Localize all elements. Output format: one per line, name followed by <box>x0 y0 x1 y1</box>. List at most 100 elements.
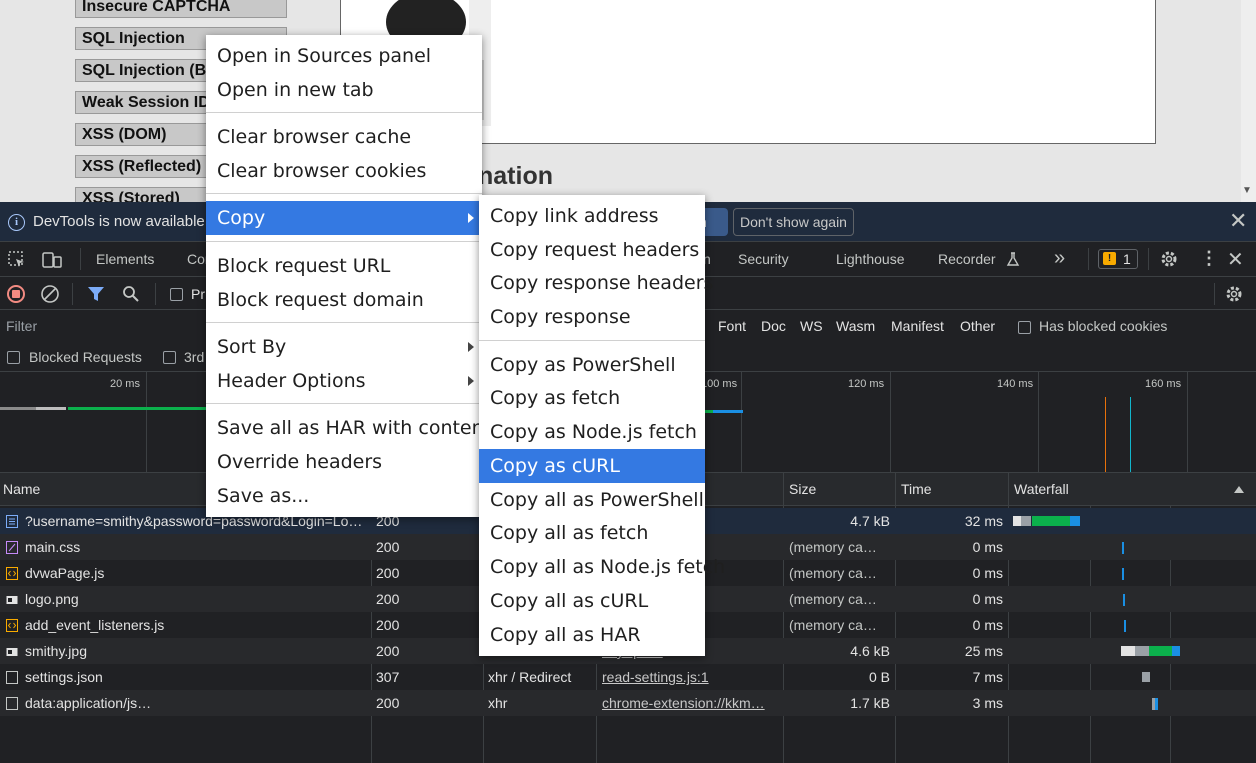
waterfall-bar <box>1122 568 1124 580</box>
request-size: (memory ca… <box>789 539 877 555</box>
third-party-label: 3rd <box>184 349 205 365</box>
tab-elements[interactable]: Elements <box>96 251 154 267</box>
filter-type-other[interactable]: Other <box>960 318 995 334</box>
menu-block-request-domain[interactable]: Block request domain <box>206 283 482 317</box>
menu-sort-by[interactable]: Sort By <box>206 330 482 364</box>
menu-copy-all-as-fetch[interactable]: Copy all as fetch <box>479 516 705 550</box>
menu-override-headers[interactable]: Override headers <box>206 445 482 479</box>
filter-type-font[interactable]: Font <box>718 318 746 334</box>
request-time: 0 ms <box>972 591 1003 607</box>
menu-copy-all-as-curl[interactable]: Copy all as cURL <box>479 584 705 618</box>
waterfall-bar <box>1070 516 1080 526</box>
menu-copy-as-curl[interactable]: Copy as cURL <box>479 449 705 483</box>
web-page: Insecure CAPTCHA SQL Injection SQL Injec… <box>0 0 1256 202</box>
third-party-checkbox[interactable] <box>163 351 176 364</box>
request-status: 200 <box>376 565 400 581</box>
has-blocked-cookies-label: Has blocked cookies <box>1039 318 1168 334</box>
menu-copy-as-powershell[interactable]: Copy as PowerShell <box>479 348 705 382</box>
menu-block-request-url[interactable]: Block request URL <box>206 249 482 283</box>
menu-clear-browser-cookies[interactable]: Clear browser cookies <box>206 154 482 188</box>
request-status: 200 <box>376 643 400 659</box>
waterfall-bar <box>1155 698 1158 710</box>
filter-type-doc[interactable]: Doc <box>761 318 786 334</box>
timeline-tick: 20 ms <box>110 378 140 390</box>
scroll-down-icon[interactable]: ▼ <box>1242 185 1252 196</box>
dont-show-again-button[interactable]: Don't show again <box>733 208 854 236</box>
waterfall-bar <box>1123 594 1125 606</box>
sort-ascending-icon[interactable] <box>1234 486 1244 493</box>
tab-security[interactable]: Security <box>738 251 789 267</box>
tab-recorder[interactable]: Recorder <box>938 251 996 267</box>
request-name: settings.json <box>25 669 103 685</box>
menu-copy-all-as-powershell[interactable]: Copy all as PowerShell <box>479 483 705 517</box>
blocked-requests-label: Blocked Requests <box>29 349 142 365</box>
preserve-log-checkbox[interactable] <box>170 288 183 301</box>
kebab-menu-icon[interactable]: ⋮ <box>1200 248 1218 269</box>
tab-lighthouse[interactable]: Lighthouse <box>836 251 905 267</box>
table-row[interactable]: settings.json 307 xhr / Redirect read-setti… <box>0 664 1256 690</box>
has-blocked-cookies-checkbox[interactable] <box>1018 321 1031 334</box>
close-infobar-icon[interactable]: ✕ <box>1229 210 1247 232</box>
menu-copy[interactable]: Copy <box>206 201 482 235</box>
load-event-line <box>1130 397 1131 472</box>
menu-header-options[interactable]: Header Options <box>206 364 482 398</box>
request-size: (memory ca… <box>789 591 877 607</box>
menu-copy-as-fetch[interactable]: Copy as fetch <box>479 381 705 415</box>
request-name: data:application/js… <box>25 695 152 711</box>
request-type: xhr / Redirect <box>488 669 572 685</box>
menu-open-in-sources[interactable]: Open in Sources panel <box>206 39 482 73</box>
menu-item-insecure-captcha[interactable]: Insecure CAPTCHA <box>75 0 287 18</box>
filter-type-ws[interactable]: WS <box>800 318 823 334</box>
device-toolbar-icon[interactable] <box>41 250 63 270</box>
menu-save-as[interactable]: Save as... <box>206 479 482 513</box>
menu-open-in-new-tab[interactable]: Open in new tab <box>206 73 482 107</box>
menu-copy-response-headers[interactable]: Copy response headers <box>479 266 713 300</box>
network-settings-icon[interactable] <box>1224 284 1244 304</box>
menu-copy-response[interactable]: Copy response <box>479 300 705 334</box>
close-devtools-icon[interactable]: ✕ <box>1227 247 1244 272</box>
issues-badge[interactable]: ! 1 <box>1098 249 1138 269</box>
request-name: add_event_listeners.js <box>25 617 165 633</box>
request-size: 4.6 kB <box>850 643 890 659</box>
request-status: 200 <box>376 695 400 711</box>
submenu-arrow-icon <box>468 376 474 386</box>
request-initiator[interactable]: read-settings.js:1 <box>602 669 778 685</box>
request-name: logo.png <box>25 591 79 607</box>
more-tabs-icon[interactable]: » <box>1054 247 1065 270</box>
file-icon <box>6 697 18 710</box>
filter-icon[interactable] <box>87 285 105 303</box>
menu-save-all-as-har[interactable]: Save all as HAR with content <box>206 411 491 445</box>
filter-input[interactable]: Filter <box>6 318 37 334</box>
record-icon[interactable] <box>7 285 25 303</box>
filter-type-wasm[interactable]: Wasm <box>836 318 875 334</box>
request-initiator[interactable]: chrome-extension://kkm… <box>602 695 778 711</box>
menu-copy-link-address[interactable]: Copy link address <box>479 199 705 233</box>
script-icon <box>6 567 18 580</box>
menu-copy-request-headers[interactable]: Copy request headers <box>479 233 705 267</box>
menu-copy-as-nodejs-fetch[interactable]: Copy as Node.js fetch <box>479 415 705 449</box>
page-scrollbar[interactable] <box>1241 0 1256 202</box>
column-header-name[interactable]: Name <box>3 481 40 497</box>
menu-copy-all-as-har[interactable]: Copy all as HAR <box>479 618 705 652</box>
waterfall-bar <box>1149 646 1172 656</box>
timeline-bar <box>0 407 36 410</box>
filter-type-manifest[interactable]: Manifest <box>891 318 944 334</box>
clear-icon[interactable] <box>40 284 60 304</box>
timeline-tick: 160 ms <box>1145 378 1182 390</box>
blocked-requests-checkbox[interactable] <box>7 351 20 364</box>
flask-icon <box>1006 252 1020 266</box>
waterfall-bar <box>1142 672 1150 682</box>
settings-gear-icon[interactable] <box>1159 249 1179 269</box>
column-header-waterfall[interactable]: Waterfall <box>1014 481 1069 497</box>
column-header-size[interactable]: Size <box>789 481 816 497</box>
menu-copy-all-as-nodejs-fetch[interactable]: Copy all as Node.js fetch <box>479 550 725 584</box>
request-size: 4.7 kB <box>850 513 890 529</box>
table-row[interactable]: data:application/js… 200 xhr chrome-extensi… <box>0 690 1256 716</box>
waterfall-bar <box>1121 646 1135 656</box>
inspect-element-icon[interactable] <box>7 250 27 270</box>
menu-clear-browser-cache[interactable]: Clear browser cache <box>206 120 482 154</box>
timeline-bar <box>68 407 208 410</box>
search-icon[interactable] <box>122 285 140 303</box>
menu-sort-by-label: Sort By <box>217 336 287 358</box>
column-header-time[interactable]: Time <box>901 481 932 497</box>
